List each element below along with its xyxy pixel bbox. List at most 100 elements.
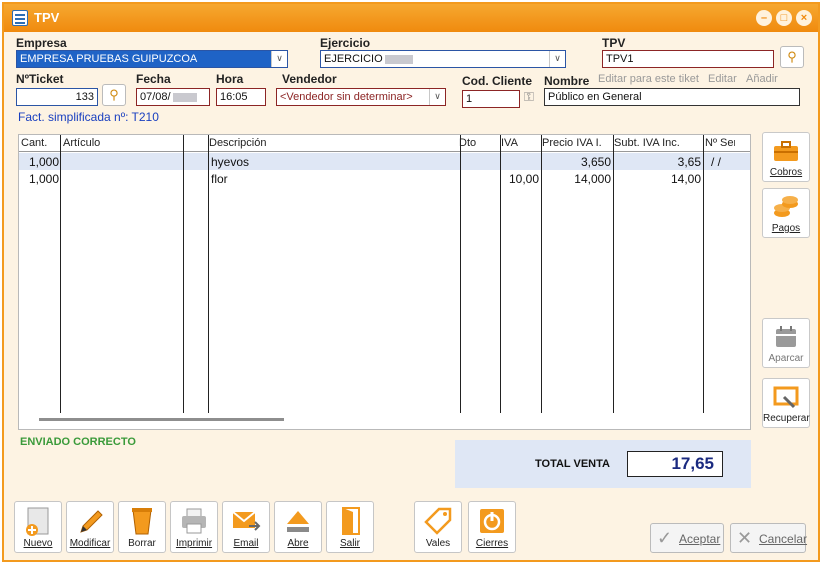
vendedor-select[interactable]: <Vendedor sin determinar> ∨ (276, 88, 446, 106)
close-button[interactable]: × (796, 10, 812, 26)
cod-cliente-field[interactable]: 1 (462, 90, 520, 108)
ticket-search-button[interactable]: ⚲ (102, 84, 126, 106)
horizontal-scrollbar[interactable] (39, 418, 284, 421)
cell-subtotal[interactable]: 3,65 (615, 155, 701, 169)
editar-link[interactable]: Editar (708, 73, 737, 85)
title-bar[interactable]: TPV – □ × (4, 4, 818, 32)
empresa-value: EMPRESA PRUEBAS GUIPUZCOA (20, 53, 198, 65)
trash-icon (132, 508, 152, 535)
cell-iva[interactable]: 10,00 (501, 172, 539, 186)
tpv-label: TPV (602, 36, 626, 50)
pencil-icon (80, 510, 103, 533)
chevron-down-icon[interactable]: ∨ (549, 51, 565, 67)
borrar-button[interactable]: Borrar (118, 501, 166, 553)
column-divider (460, 135, 461, 413)
aparcar-button[interactable]: Aparcar (762, 318, 810, 368)
exit-door-icon (342, 507, 360, 535)
nombre-label: Nombre (544, 74, 590, 88)
grid-header: Cant. Artículo Descripción Dto IVA Preci… (19, 135, 750, 152)
fecha-label: Fecha (136, 72, 171, 86)
vendedor-label: Vendedor (282, 72, 337, 86)
cierres-button[interactable]: Cierres (468, 501, 516, 553)
col-descripcion[interactable]: Descripción (209, 137, 266, 149)
abre-label: Abre (287, 538, 309, 549)
cell-descripcion[interactable]: hyevos (211, 155, 249, 169)
fecha-value: 07/08/ (140, 91, 171, 103)
fact-simplificada-label: Fact. simplificada nº: T210 (18, 110, 159, 124)
calendar-icon (776, 326, 796, 347)
col-serie[interactable]: Nº Ser (705, 137, 735, 149)
pagos-button[interactable]: Pagos (762, 188, 810, 238)
email-label: Email (233, 538, 259, 549)
table-row[interactable]: 1,000 hyevos 3,650 3,65 / / (19, 153, 750, 170)
column-divider (208, 135, 209, 413)
column-divider (183, 135, 184, 413)
editar-ticket-link[interactable]: Editar para este tiket (598, 73, 699, 85)
anadir-link[interactable]: Añadir (746, 73, 778, 85)
empresa-label: Empresa (16, 36, 67, 50)
recover-icon (773, 386, 799, 409)
col-subtotal[interactable]: Subt. IVA Inc. (614, 137, 680, 149)
column-divider (703, 135, 704, 413)
ticket-number-field[interactable]: 133 (16, 88, 98, 106)
aceptar-button[interactable]: ✓ Aceptar (650, 523, 724, 553)
vales-button[interactable]: Vales (414, 501, 462, 553)
imprimir-button[interactable]: Imprimir (170, 501, 218, 553)
tag-icon (424, 507, 452, 535)
fecha-field[interactable]: 07/08/ (136, 88, 210, 106)
vales-label: Vales (425, 538, 451, 549)
ejercicio-select[interactable]: EJERCICIO ∨ (320, 50, 566, 68)
tpv-window: TPV – □ × Empresa EMPRESA PRUEBAS GUIPUZ… (2, 2, 820, 562)
chevron-down-icon[interactable]: ∨ (271, 51, 287, 67)
cobros-button[interactable]: Cobros (762, 132, 810, 182)
eject-icon (287, 511, 309, 532)
cell-cant[interactable]: 1,000 (23, 155, 59, 169)
empresa-select[interactable]: EMPRESA PRUEBAS GUIPUZCOA ∨ (16, 50, 288, 68)
cancelar-button[interactable]: ✕ Cancelar (730, 523, 808, 553)
minimize-button[interactable]: – (756, 10, 772, 26)
email-button[interactable]: Email (222, 501, 270, 553)
cell-subtotal[interactable]: 14,00 (615, 172, 701, 186)
col-dto[interactable]: Dto (459, 137, 476, 149)
cod-cliente-label: Cod. Cliente (462, 74, 533, 88)
total-value: 17,65 (627, 451, 723, 477)
lines-grid[interactable]: Cant. Artículo Descripción Dto IVA Preci… (18, 134, 751, 430)
cell-cant[interactable]: 1,000 (23, 172, 59, 186)
chevron-down-icon[interactable]: ∨ (429, 89, 445, 105)
nombre-value: Público en General (548, 91, 642, 103)
col-precio[interactable]: Precio IVA I. (542, 137, 602, 149)
search-icon: ⚲ (787, 49, 797, 64)
tpv-field[interactable]: TPV1 (602, 50, 774, 68)
pagos-label: Pagos (771, 223, 801, 234)
recuperar-label: Recuperar (763, 413, 810, 424)
column-divider (541, 135, 542, 413)
cell-precio[interactable]: 3,650 (543, 155, 611, 169)
abre-button[interactable]: Abre (274, 501, 322, 553)
key-icon[interactable]: ⚿ (524, 89, 534, 105)
maximize-button[interactable]: □ (776, 10, 792, 26)
new-document-icon (26, 507, 49, 536)
modificar-button[interactable]: Modificar (66, 501, 114, 553)
aceptar-label: Aceptar (679, 532, 721, 546)
salir-button[interactable]: Salir (326, 501, 374, 553)
recuperar-button[interactable]: Recuperar (762, 378, 810, 428)
tpv-search-button[interactable]: ⚲ (780, 46, 804, 68)
status-message: ENVIADO CORRECTO (20, 436, 136, 448)
table-row[interactable]: 1,000 flor 10,00 14,000 14,00 (19, 170, 750, 187)
column-divider (613, 135, 614, 413)
col-cant[interactable]: Cant. (21, 137, 47, 149)
hora-field[interactable]: 16:05 (216, 88, 266, 106)
aparcar-label: Aparcar (768, 353, 804, 364)
email-icon (232, 511, 261, 531)
cell-serie[interactable]: / / (711, 155, 721, 169)
nombre-field[interactable]: Público en General (544, 88, 800, 106)
redacted-block (172, 92, 197, 102)
nuevo-button[interactable]: Nuevo (14, 501, 62, 553)
col-iva[interactable]: IVA (501, 137, 518, 149)
tpv-value: TPV1 (606, 53, 634, 65)
col-articulo[interactable]: Artículo (63, 137, 100, 149)
cancelar-label: Cancelar (759, 532, 808, 546)
cell-precio[interactable]: 14,000 (543, 172, 611, 186)
cell-descripcion[interactable]: flor (211, 172, 228, 186)
imprimir-label: Imprimir (175, 538, 213, 549)
